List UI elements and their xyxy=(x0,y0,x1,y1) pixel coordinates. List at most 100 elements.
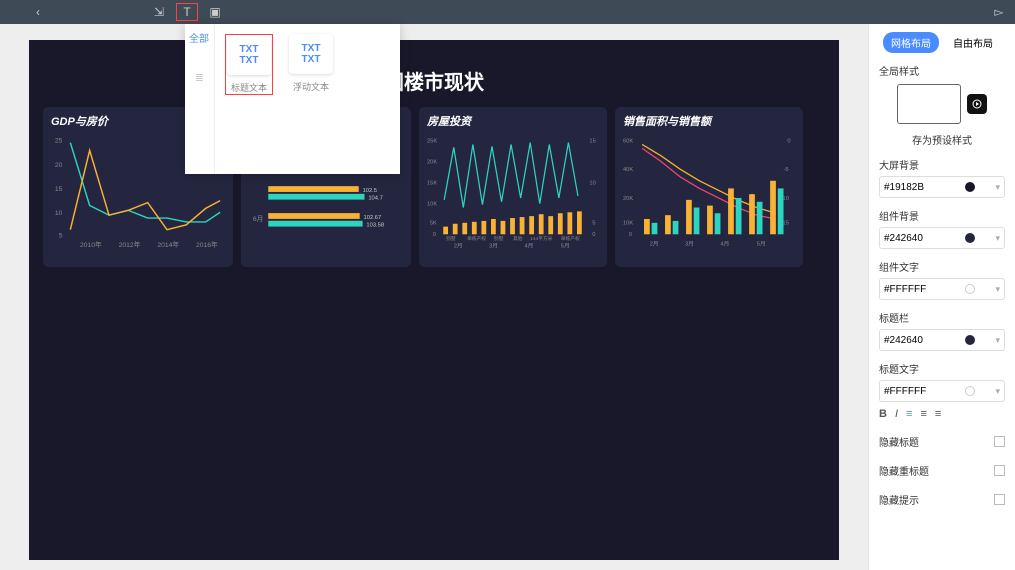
svg-text:20: 20 xyxy=(55,162,63,169)
svg-text:0: 0 xyxy=(629,232,632,238)
svg-text:102.67: 102.67 xyxy=(364,215,382,221)
svg-text:2月: 2月 xyxy=(650,241,659,248)
hide-tip-label: 隐藏提示 xyxy=(879,492,919,507)
chart-card-sales[interactable]: 销售面积与销售额 60K 40K 20K 10K 0 0 -5 -10 -15 xyxy=(615,107,803,267)
field-title-text[interactable]: ▾ xyxy=(879,380,1005,402)
svg-text:5: 5 xyxy=(59,232,63,239)
layout-tabs: 网格布局 自由布局 xyxy=(879,32,1005,53)
swatch-icon xyxy=(965,284,975,294)
topbar: ‹ ⇲ T ▣ ▻ xyxy=(0,0,1015,24)
thumb-icon: TXT TXT xyxy=(289,34,333,74)
canvas-area: 国楼市现状 GDP与房价 25 20 15 10 5 xyxy=(0,24,868,570)
svg-text:15: 15 xyxy=(589,139,595,145)
field-comp-text-label: 组件文字 xyxy=(879,259,1005,274)
svg-text:2014年: 2014年 xyxy=(157,240,179,249)
svg-text:15K: 15K xyxy=(427,181,437,187)
play-button[interactable] xyxy=(967,94,987,114)
field-comp-bg[interactable]: ▾ xyxy=(879,227,1005,249)
align-right-icon[interactable]: ≡ xyxy=(935,408,941,420)
title-bar-input[interactable] xyxy=(884,335,944,346)
bg-big-input[interactable] xyxy=(884,182,944,193)
svg-text:3月: 3月 xyxy=(489,243,498,248)
popup-item-caption: 浮动文本 xyxy=(287,80,335,93)
svg-text:103.58: 103.58 xyxy=(366,223,384,229)
global-style-label: 全局样式 xyxy=(879,63,1005,78)
swatch-icon xyxy=(965,386,975,396)
svg-text:5月: 5月 xyxy=(561,243,570,248)
italic-icon[interactable]: I xyxy=(895,408,898,420)
svg-text:20K: 20K xyxy=(427,160,437,166)
field-comp-bg-label: 组件背景 xyxy=(879,208,1005,223)
hide-tip-checkbox[interactable] xyxy=(994,494,1005,505)
bold-icon[interactable]: B xyxy=(879,408,887,420)
title-text-input[interactable] xyxy=(884,386,944,397)
svg-text:25K: 25K xyxy=(427,139,437,145)
chevron-down-icon[interactable]: ▾ xyxy=(995,386,1000,397)
align-left-icon[interactable]: ≡ xyxy=(906,408,912,420)
align-center-icon[interactable]: ≡ xyxy=(920,408,926,420)
svg-text:2012年: 2012年 xyxy=(119,240,141,249)
image-tool-icon[interactable]: ▣ xyxy=(204,3,226,21)
popup-items: TXT TXT 标题文本 TXT TXT 浮动文本 xyxy=(219,24,400,105)
chart-card-invest[interactable]: 房屋投资 25K 20K 15K 10K 5K 0 15 10 5 0 xyxy=(419,107,607,267)
svg-text:4月: 4月 xyxy=(720,241,729,248)
export-icon[interactable]: ⇲ xyxy=(148,3,170,21)
tab-free-layout[interactable]: 自由布局 xyxy=(945,32,1001,53)
chart-title: 销售面积与销售额 xyxy=(623,113,795,129)
hide-title-label: 隐藏标题 xyxy=(879,434,919,449)
preview-icon[interactable]: ▻ xyxy=(991,4,1007,20)
tab-grid-layout[interactable]: 网格布局 xyxy=(883,32,939,53)
chevron-down-icon[interactable]: ▾ xyxy=(995,233,1000,244)
field-comp-text[interactable]: ▾ xyxy=(879,278,1005,300)
popup-item-title-text[interactable]: TXT TXT 标题文本 xyxy=(225,34,273,95)
svg-text:10K: 10K xyxy=(623,221,633,227)
dashboard-title: 国楼市现状 xyxy=(43,66,825,95)
back-icon[interactable]: ‹ xyxy=(30,4,46,20)
svg-text:2月: 2月 xyxy=(454,243,463,248)
svg-text:104.7: 104.7 xyxy=(368,196,382,202)
format-toolbar: B I ≡ ≡ ≡ xyxy=(879,408,1005,420)
hide-title-repeat-label: 隐藏重标题 xyxy=(879,463,929,478)
svg-text:2016年: 2016年 xyxy=(196,240,218,249)
comp-bg-input[interactable] xyxy=(884,233,944,244)
chevron-down-icon[interactable]: ▾ xyxy=(995,335,1000,346)
hide-title-repeat-row: 隐藏重标题 xyxy=(879,463,1005,478)
preview-row xyxy=(879,84,1005,124)
text-tool-icon[interactable]: T xyxy=(176,3,198,21)
field-title-bar[interactable]: ▾ xyxy=(879,329,1005,351)
style-panel: 网格布局 自由布局 全局样式 存为预设样式 大屏背景 ▾ 组件背景 ▾ 组件文字 xyxy=(868,24,1015,570)
svg-text:0: 0 xyxy=(592,232,595,238)
svg-text:10K: 10K xyxy=(427,202,437,208)
svg-text:5月: 5月 xyxy=(757,241,766,248)
popup-item-float-text[interactable]: TXT TXT 浮动文本 xyxy=(287,34,335,95)
field-bg-big[interactable]: ▾ xyxy=(879,176,1005,198)
svg-text:4月: 4月 xyxy=(524,243,533,248)
save-preset-link[interactable]: 存为预设样式 xyxy=(879,132,1005,147)
chevron-down-icon[interactable]: ▾ xyxy=(995,182,1000,193)
hide-title-repeat-checkbox[interactable] xyxy=(994,465,1005,476)
dashboard-canvas[interactable]: 国楼市现状 GDP与房价 25 20 15 10 5 xyxy=(29,40,839,560)
chart-svg-sales: 60K 40K 20K 10K 0 0 -5 -10 -15 xyxy=(623,133,795,248)
field-title-text-label: 标题文字 xyxy=(879,361,1005,376)
svg-text:10: 10 xyxy=(55,210,63,217)
document-icon[interactable]: ≣ xyxy=(185,71,214,84)
svg-text:40K: 40K xyxy=(623,167,633,173)
swatch-icon xyxy=(965,182,975,192)
thumb-icon: TXT TXT xyxy=(227,35,271,75)
popup-tab-all[interactable]: 全部 xyxy=(185,24,214,51)
topbar-right: ▻ xyxy=(991,4,1007,20)
svg-text:102.5: 102.5 xyxy=(363,188,377,194)
svg-text:5K: 5K xyxy=(430,221,437,227)
svg-text:144平方米: 144平方米 xyxy=(530,235,552,242)
chevron-down-icon[interactable]: ▾ xyxy=(995,284,1000,295)
svg-text:10: 10 xyxy=(589,181,595,187)
hide-tip-row: 隐藏提示 xyxy=(879,492,1005,507)
popup-item-caption: 标题文本 xyxy=(226,81,272,94)
comp-text-input[interactable] xyxy=(884,284,944,295)
chart-title: 房屋投资 xyxy=(427,113,599,129)
hide-title-row: 隐藏标题 xyxy=(879,434,1005,449)
preview-thumbnail[interactable] xyxy=(897,84,961,124)
play-icon xyxy=(972,99,982,109)
hide-title-checkbox[interactable] xyxy=(994,436,1005,447)
svg-text:0: 0 xyxy=(787,139,790,145)
